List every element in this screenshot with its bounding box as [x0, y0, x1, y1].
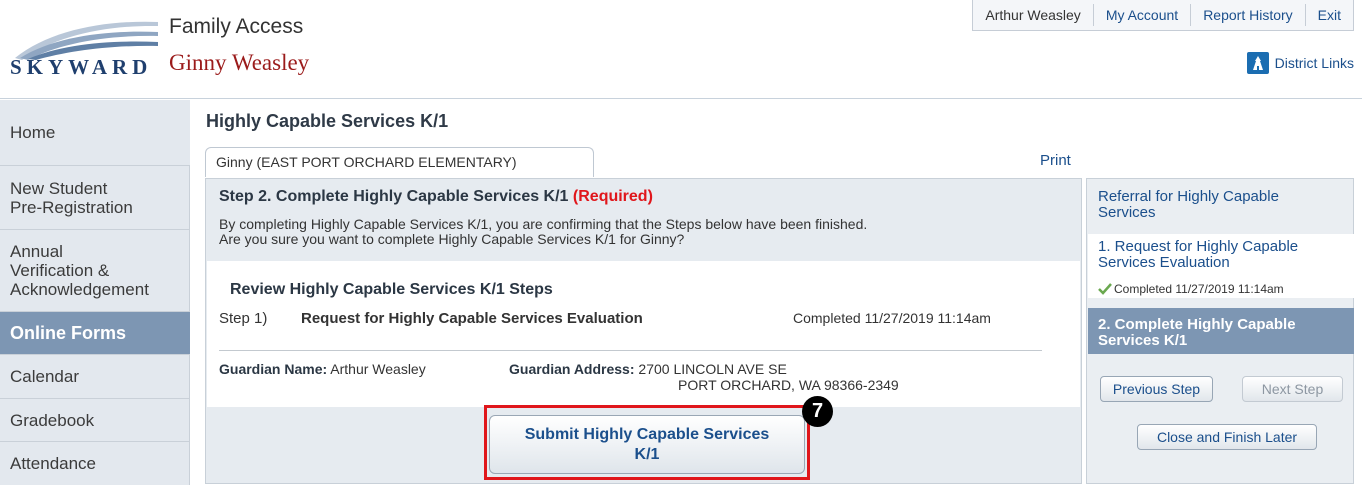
- steps-panel-title: Referral for Highly Capable Services: [1098, 188, 1279, 221]
- confirm-line-2: Are you sure you want to complete Highly…: [219, 231, 685, 247]
- step-1-label[interactable]: 1. Request for Highly Capable Services E…: [1098, 239, 1338, 271]
- sidebar-item-label: Gradebook: [10, 410, 95, 430]
- sidebar-item-pre-registration[interactable]: New Student Pre-Registration: [0, 166, 190, 230]
- step-name: Request for Highly Capable Services Eval…: [301, 310, 643, 327]
- checkmark-icon: [1098, 283, 1112, 295]
- divider: [219, 350, 1042, 351]
- sidebar-item-calendar[interactable]: Calendar: [0, 355, 190, 399]
- step-heading-text: Step 2. Complete Highly Capable Services…: [219, 188, 569, 205]
- district-links-label: District Links: [1274, 55, 1354, 71]
- confirm-line-1: By completing Highly Capable Services K/…: [219, 216, 868, 232]
- step-1-status: Completed 11/27/2019 11:14am: [1098, 282, 1284, 296]
- sidebar-item-home[interactable]: Home: [0, 100, 190, 166]
- app-title: Family Access: [169, 15, 304, 38]
- guardian-name: Guardian Name: Arthur Weasley: [219, 361, 426, 377]
- logo-wordmark: SKYWARD: [10, 55, 153, 79]
- sidebar-item-gradebook[interactable]: Gradebook: [0, 399, 190, 442]
- previous-step-button[interactable]: Previous Step: [1100, 376, 1213, 402]
- sidebar-item-label: Annual Verification & Acknowledgement: [10, 242, 149, 299]
- sidebar-item-label: Calendar: [10, 367, 79, 386]
- guardian-address-line-1: 2700 LINCOLN AVE SE: [638, 361, 787, 377]
- steps-panel-step-2[interactable]: 2. Complete Highly Capable Services K/1: [1088, 308, 1354, 354]
- step-heading: Step 2. Complete Highly Capable Services…: [219, 188, 653, 206]
- print-link[interactable]: Print: [1040, 152, 1071, 169]
- step-1-status-text: Completed 11/27/2019 11:14am: [1114, 282, 1284, 296]
- close-finish-later-button[interactable]: Close and Finish Later: [1137, 424, 1317, 450]
- required-label: (Required): [572, 188, 653, 205]
- confirm-text: By completing Highly Capable Services K/…: [219, 217, 1039, 247]
- sidebar-item-label: Attendance: [10, 454, 97, 473]
- steps-panel: Referral for Highly Capable Services 1. …: [1086, 178, 1354, 484]
- tab-student-school[interactable]: Ginny (EAST PORT ORCHARD ELEMENTARY): [205, 147, 594, 177]
- next-step-button[interactable]: Next Step: [1242, 376, 1343, 402]
- step-badge: 7: [802, 396, 833, 427]
- report-history-link[interactable]: Report History: [1190, 4, 1304, 26]
- student-name: Ginny Weasley: [169, 50, 310, 75]
- step-status: Completed 11/27/2019 11:14am: [793, 310, 991, 326]
- guardian-address-line-2: PORT ORCHARD, WA 98366-2349: [678, 377, 899, 393]
- sidebar-item-label: New Student Pre-Registration: [10, 178, 133, 217]
- sidebar-item-label: Online Forms: [10, 322, 127, 343]
- guardian-address-label: Guardian Address:: [509, 361, 635, 377]
- page-title: Highly Capable Services K/1: [206, 111, 449, 131]
- my-account-link[interactable]: My Account: [1092, 4, 1190, 26]
- submit-label-line-2: K/1: [634, 446, 660, 463]
- guardian-name-label: Guardian Name:: [219, 361, 328, 377]
- top-nav: Arthur Weasley My Account Report History…: [972, 0, 1354, 31]
- submit-button[interactable]: Submit Highly Capable Services K/1: [489, 415, 805, 474]
- sidebar-item-online-forms[interactable]: Online Forms: [0, 312, 190, 355]
- step-number: Step 1): [219, 310, 268, 327]
- building-icon: [1246, 52, 1269, 74]
- header: SKYWARD Family Access Ginny Weasley Arth…: [0, 0, 1362, 99]
- review-title: Review Highly Capable Services K/1 Steps: [230, 281, 553, 298]
- district-links[interactable]: District Links: [1246, 52, 1354, 74]
- sidebar: Home New Student Pre-Registration Annual…: [0, 100, 190, 485]
- guardian-name-value: Arthur Weasley: [330, 361, 426, 377]
- sidebar-item-attendance[interactable]: Attendance: [0, 442, 190, 485]
- sidebar-item-annual-verification[interactable]: Annual Verification & Acknowledgement: [0, 230, 190, 312]
- submit-label-line-1: Submit Highly Capable Services: [524, 426, 770, 443]
- exit-link[interactable]: Exit: [1304, 4, 1353, 26]
- user-name: Arthur Weasley: [985, 7, 1081, 23]
- sidebar-item-label: Home: [10, 123, 56, 142]
- guardian-address: Guardian Address: 2700 LINCOLN AVE SE: [509, 361, 787, 377]
